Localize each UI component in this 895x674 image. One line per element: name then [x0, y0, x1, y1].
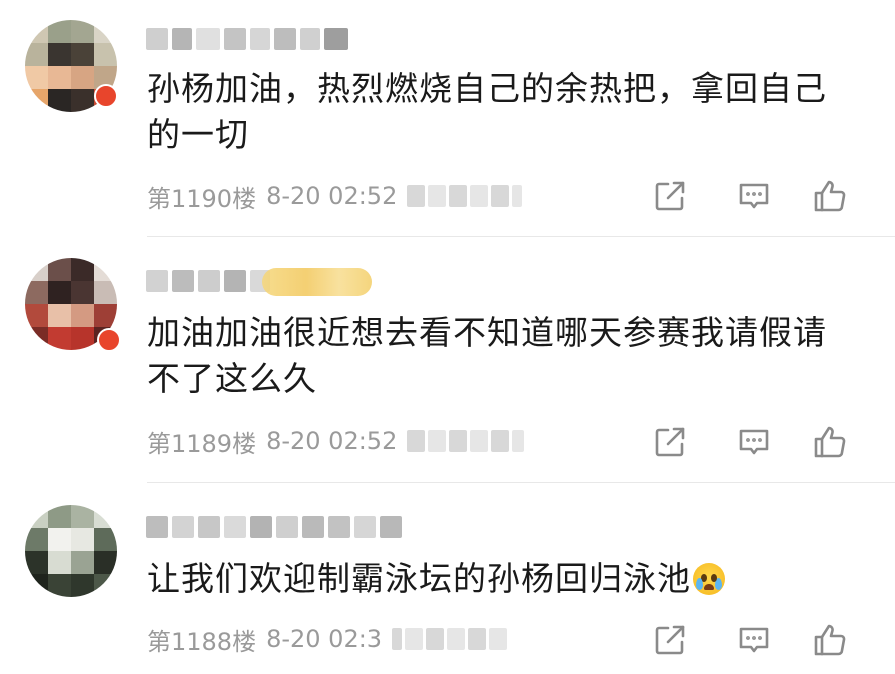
location-blurred: [407, 430, 525, 452]
timestamp: 8-20 02:52: [266, 182, 398, 210]
reply-button[interactable]: [734, 620, 774, 660]
reply-icon: [739, 183, 769, 209]
comment-meta: 第1189楼 8-20 02:52: [147, 424, 525, 458]
username-blurred[interactable]: [146, 28, 348, 50]
location-blurred: [407, 185, 523, 207]
reply-button[interactable]: [734, 422, 774, 462]
share-button[interactable]: [650, 422, 690, 462]
location-blurred: [392, 628, 508, 650]
comment-meta: 第1188楼 8-20 02:3: [147, 622, 508, 656]
divider: [147, 482, 895, 483]
comment-actions: [650, 620, 860, 660]
share-icon: [655, 181, 685, 211]
username-blurred[interactable]: [146, 516, 402, 538]
comment-actions: [650, 422, 860, 462]
floor-number: 第1188楼: [147, 627, 257, 656]
thumbs-up-icon: [814, 624, 846, 656]
reply-icon: [739, 627, 769, 653]
thumbs-up-icon: [814, 426, 846, 458]
comment-text: 让我们欢迎制霸泳坛的孙杨回归泳池: [147, 556, 847, 602]
divider: [147, 236, 895, 237]
comment-actions: [650, 176, 860, 216]
comment-text-line: 加油加油很近想去看不知道哪天参赛我请假请: [147, 313, 827, 352]
thumbs-up-icon: [814, 180, 846, 212]
crying-face-emoji: [693, 563, 725, 595]
avatar[interactable]: [25, 505, 117, 597]
comment-meta: 第1190楼 8-20 02:52: [147, 179, 523, 213]
comment-text-line: 的一切: [147, 115, 249, 154]
share-button[interactable]: [650, 176, 690, 216]
username-blurred[interactable]: [146, 270, 270, 292]
like-button[interactable]: [810, 176, 850, 216]
timestamp: 8-20 02:3: [266, 625, 383, 653]
comment-text-line: 让我们欢迎制霸泳坛的孙杨回归泳池: [147, 559, 691, 598]
like-button[interactable]: [810, 620, 850, 660]
share-icon: [655, 427, 685, 457]
timestamp: 8-20 02:52: [266, 427, 398, 455]
comment-text-line: 孙杨加油，热烈燃烧自己的余热把，拿回自己: [147, 69, 827, 108]
share-icon: [655, 625, 685, 655]
member-badge-blurred: [262, 268, 372, 296]
verified-badge: [94, 84, 118, 108]
like-button[interactable]: [810, 422, 850, 462]
verified-badge: [97, 328, 121, 352]
comment-text-line: 不了这么久: [147, 359, 317, 398]
reply-button[interactable]: [734, 176, 774, 216]
floor-number: 第1189楼: [147, 429, 257, 458]
floor-number: 第1190楼: [147, 184, 257, 213]
comment-text: 加油加油很近想去看不知道哪天参赛我请假请 不了这么久: [147, 310, 847, 402]
comment-text: 孙杨加油，热烈燃烧自己的余热把，拿回自己 的一切: [147, 66, 847, 158]
reply-icon: [739, 429, 769, 455]
share-button[interactable]: [650, 620, 690, 660]
